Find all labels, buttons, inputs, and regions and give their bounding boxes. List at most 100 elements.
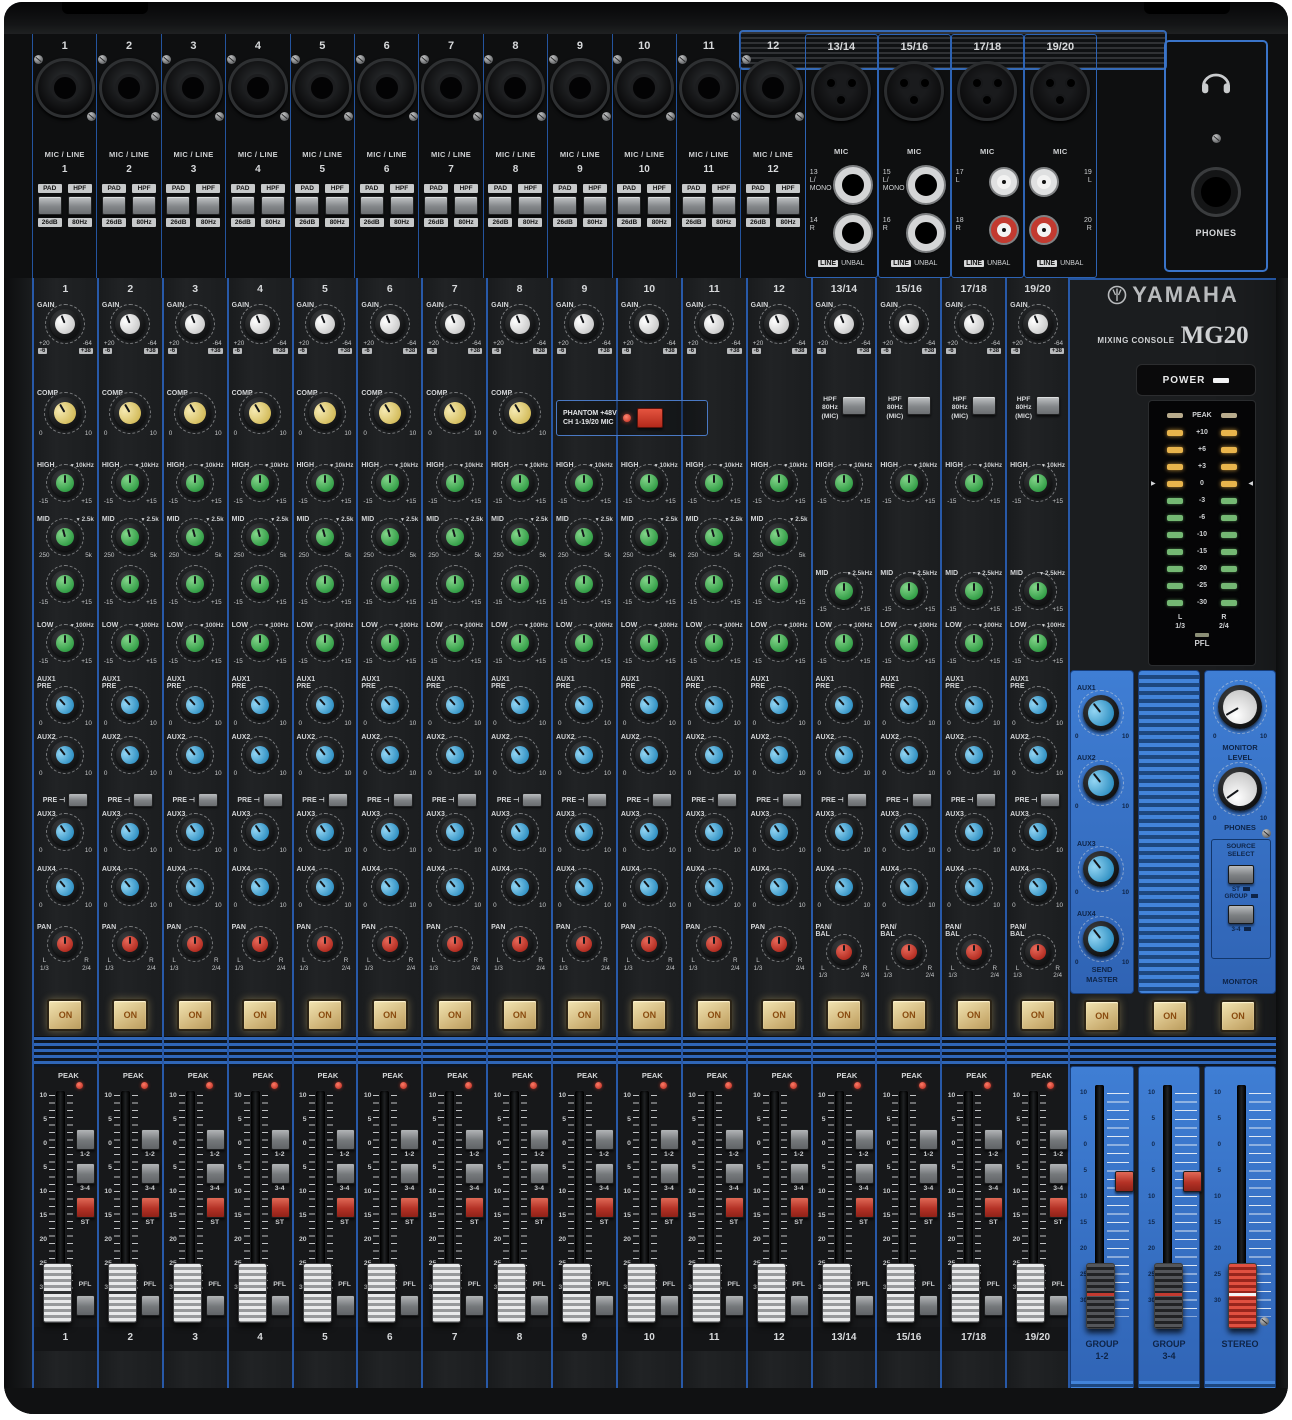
aux4-knob[interactable]: [1024, 873, 1052, 901]
assign-st-button[interactable]: [400, 1197, 419, 1218]
master-on-button-3[interactable]: ON: [1220, 1000, 1256, 1032]
on-button[interactable]: ON: [956, 999, 992, 1031]
fader-handle[interactable]: [1016, 1263, 1045, 1323]
on-button[interactable]: ON: [307, 999, 343, 1031]
pan-knob[interactable]: [312, 931, 338, 957]
fader-handle[interactable]: [822, 1263, 851, 1323]
aux1-knob[interactable]: [181, 691, 209, 719]
assign-1-2-button[interactable]: [336, 1129, 355, 1150]
eq-low-knob[interactable]: [765, 629, 793, 657]
aux1-knob[interactable]: [51, 691, 79, 719]
assign-st-button[interactable]: [141, 1197, 160, 1218]
gain-knob[interactable]: [180, 309, 210, 339]
group-fader-handle[interactable]: [1154, 1263, 1183, 1329]
on-button[interactable]: ON: [372, 999, 408, 1031]
aux1-knob[interactable]: [506, 691, 534, 719]
pre-button[interactable]: [328, 793, 348, 807]
source-select-button-1[interactable]: [1228, 865, 1254, 884]
aux3-knob[interactable]: [51, 818, 79, 846]
on-button[interactable]: ON: [437, 999, 473, 1031]
pfl-button[interactable]: [984, 1295, 1003, 1316]
eq-high-knob[interactable]: [506, 469, 534, 497]
eq-low-knob[interactable]: [1024, 629, 1052, 657]
aux4-knob[interactable]: [116, 873, 144, 901]
gain-knob[interactable]: [375, 309, 405, 339]
assign-3-4-button[interactable]: [660, 1163, 679, 1184]
pfl-button[interactable]: [206, 1295, 225, 1316]
assign-1-2-button[interactable]: [660, 1129, 679, 1150]
master-on-button-2[interactable]: ON: [1152, 1000, 1188, 1032]
gain-knob[interactable]: [115, 309, 145, 339]
eq-low-knob[interactable]: [441, 629, 469, 657]
fader-handle[interactable]: [692, 1263, 721, 1323]
pre-button[interactable]: [652, 793, 672, 807]
assign-st-button[interactable]: [465, 1197, 484, 1218]
pad-button[interactable]: [231, 196, 255, 215]
on-button[interactable]: ON: [826, 999, 862, 1031]
eq-high-knob[interactable]: [181, 469, 209, 497]
eq-mid-knob[interactable]: [895, 577, 923, 605]
pfl-button[interactable]: [725, 1295, 744, 1316]
gain-knob[interactable]: [894, 309, 924, 339]
eq-low-knob[interactable]: [830, 629, 858, 657]
fader-handle[interactable]: [562, 1263, 591, 1323]
aux3-knob[interactable]: [116, 818, 144, 846]
comp-knob[interactable]: [439, 397, 471, 429]
eq-mid-freq-knob[interactable]: [700, 523, 728, 551]
on-button[interactable]: ON: [112, 999, 148, 1031]
assign-st-button[interactable]: [76, 1197, 95, 1218]
pre-button[interactable]: [847, 793, 867, 807]
monitor-level-knob[interactable]: [1218, 685, 1262, 729]
aux4-knob[interactable]: [311, 873, 339, 901]
assign-3-4-button[interactable]: [984, 1163, 1003, 1184]
on-button[interactable]: ON: [891, 999, 927, 1031]
assign-1-2-button[interactable]: [271, 1129, 290, 1150]
aux1-knob[interactable]: [376, 691, 404, 719]
eq-mid-freq-knob[interactable]: [181, 523, 209, 551]
aux2-knob[interactable]: [116, 741, 144, 769]
hpf-button[interactable]: [68, 196, 92, 215]
pre-button[interactable]: [782, 793, 802, 807]
fader-handle[interactable]: [951, 1263, 980, 1323]
eq-mid-gain-knob[interactable]: [376, 570, 404, 598]
assign-st-button[interactable]: [271, 1197, 290, 1218]
pad-button[interactable]: [102, 196, 126, 215]
assign-3-4-button[interactable]: [271, 1163, 290, 1184]
pfl-button[interactable]: [919, 1295, 938, 1316]
fader-handle[interactable]: [432, 1263, 461, 1323]
pan-knob[interactable]: [1025, 939, 1051, 965]
aux4-knob[interactable]: [765, 873, 793, 901]
aux2-knob[interactable]: [635, 741, 663, 769]
pad-button[interactable]: [38, 196, 62, 215]
eq-high-knob[interactable]: [51, 469, 79, 497]
aux1-knob[interactable]: [635, 691, 663, 719]
pan-knob[interactable]: [636, 931, 662, 957]
gain-knob[interactable]: [310, 309, 340, 339]
eq-low-knob[interactable]: [506, 629, 534, 657]
pfl-button[interactable]: [530, 1295, 549, 1316]
pfl-button[interactable]: [271, 1295, 290, 1316]
fader-handle[interactable]: [238, 1263, 267, 1323]
aux2-knob[interactable]: [700, 741, 728, 769]
eq-mid-gain-knob[interactable]: [765, 570, 793, 598]
gain-knob[interactable]: [245, 309, 275, 339]
assign-3-4-button[interactable]: [76, 1163, 95, 1184]
hpf-button[interactable]: [196, 196, 220, 215]
phones-level-knob[interactable]: [1218, 767, 1262, 811]
aux3-knob[interactable]: [830, 818, 858, 846]
eq-high-knob[interactable]: [570, 469, 598, 497]
assign-3-4-button[interactable]: [206, 1163, 225, 1184]
pad-button[interactable]: [488, 196, 512, 215]
pan-knob[interactable]: [766, 931, 792, 957]
eq-mid-freq-knob[interactable]: [765, 523, 793, 551]
aux3-knob[interactable]: [441, 818, 469, 846]
gain-knob[interactable]: [505, 309, 535, 339]
assign-1-2-button[interactable]: [400, 1129, 419, 1150]
fader-handle[interactable]: [627, 1263, 656, 1323]
send-master-aux3-knob[interactable]: [1083, 851, 1119, 887]
pfl-button[interactable]: [141, 1295, 160, 1316]
eq-high-knob[interactable]: [830, 469, 858, 497]
hpf-button[interactable]: [132, 196, 156, 215]
aux4-knob[interactable]: [506, 873, 534, 901]
aux3-knob[interactable]: [181, 818, 209, 846]
